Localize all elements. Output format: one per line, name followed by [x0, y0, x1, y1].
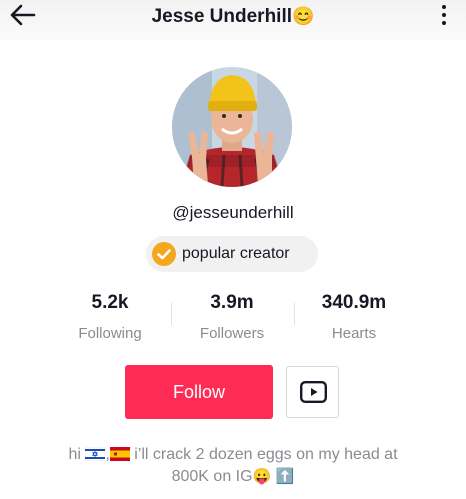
stat-hearts[interactable]: 340.9m Hearts [289, 292, 419, 342]
bio-line-1: i’ll crack 2 dozen eggs on my head at [134, 446, 398, 463]
hearts-label: Hearts [331, 325, 377, 342]
youtube-icon [300, 381, 327, 403]
spain-flag-icon [109, 447, 130, 461]
bio: hi , i’ll crack 2 dozen eggs on my head … [30, 444, 436, 488]
followers-count: 3.9m [210, 292, 254, 313]
avatar[interactable] [172, 67, 292, 187]
top-bar: Jesse Underhill😊 [0, 0, 466, 40]
israel-flag-icon [85, 447, 106, 461]
username: @jesseunderhill [172, 203, 294, 222]
following-count: 5.2k [91, 292, 129, 313]
bio-prefix: hi [68, 446, 81, 463]
verified-check-icon [152, 242, 176, 266]
popular-creator-badge: popular creator [146, 236, 318, 272]
stat-following[interactable]: 5.2k Following [45, 292, 175, 342]
more-vertical-icon[interactable] [440, 5, 448, 31]
bio-line-2: 800K on IG [171, 468, 253, 485]
tongue-emoji-icon: 😛 [252, 468, 272, 485]
hearts-count: 340.9m [321, 292, 387, 313]
stat-followers[interactable]: 3.9m Followers [167, 292, 297, 342]
following-label: Following [78, 325, 142, 342]
smile-emoji-icon: 😊 [292, 6, 315, 26]
profile-title: Jesse Underhill😊 [0, 6, 466, 28]
profile-name: Jesse Underhill [151, 6, 293, 27]
up-arrow-icon: ⬆️ [275, 468, 295, 485]
youtube-button[interactable] [286, 366, 339, 418]
followers-label: Followers [199, 325, 265, 342]
badge-label: popular creator [182, 245, 290, 262]
follow-button[interactable]: Follow [125, 365, 273, 419]
